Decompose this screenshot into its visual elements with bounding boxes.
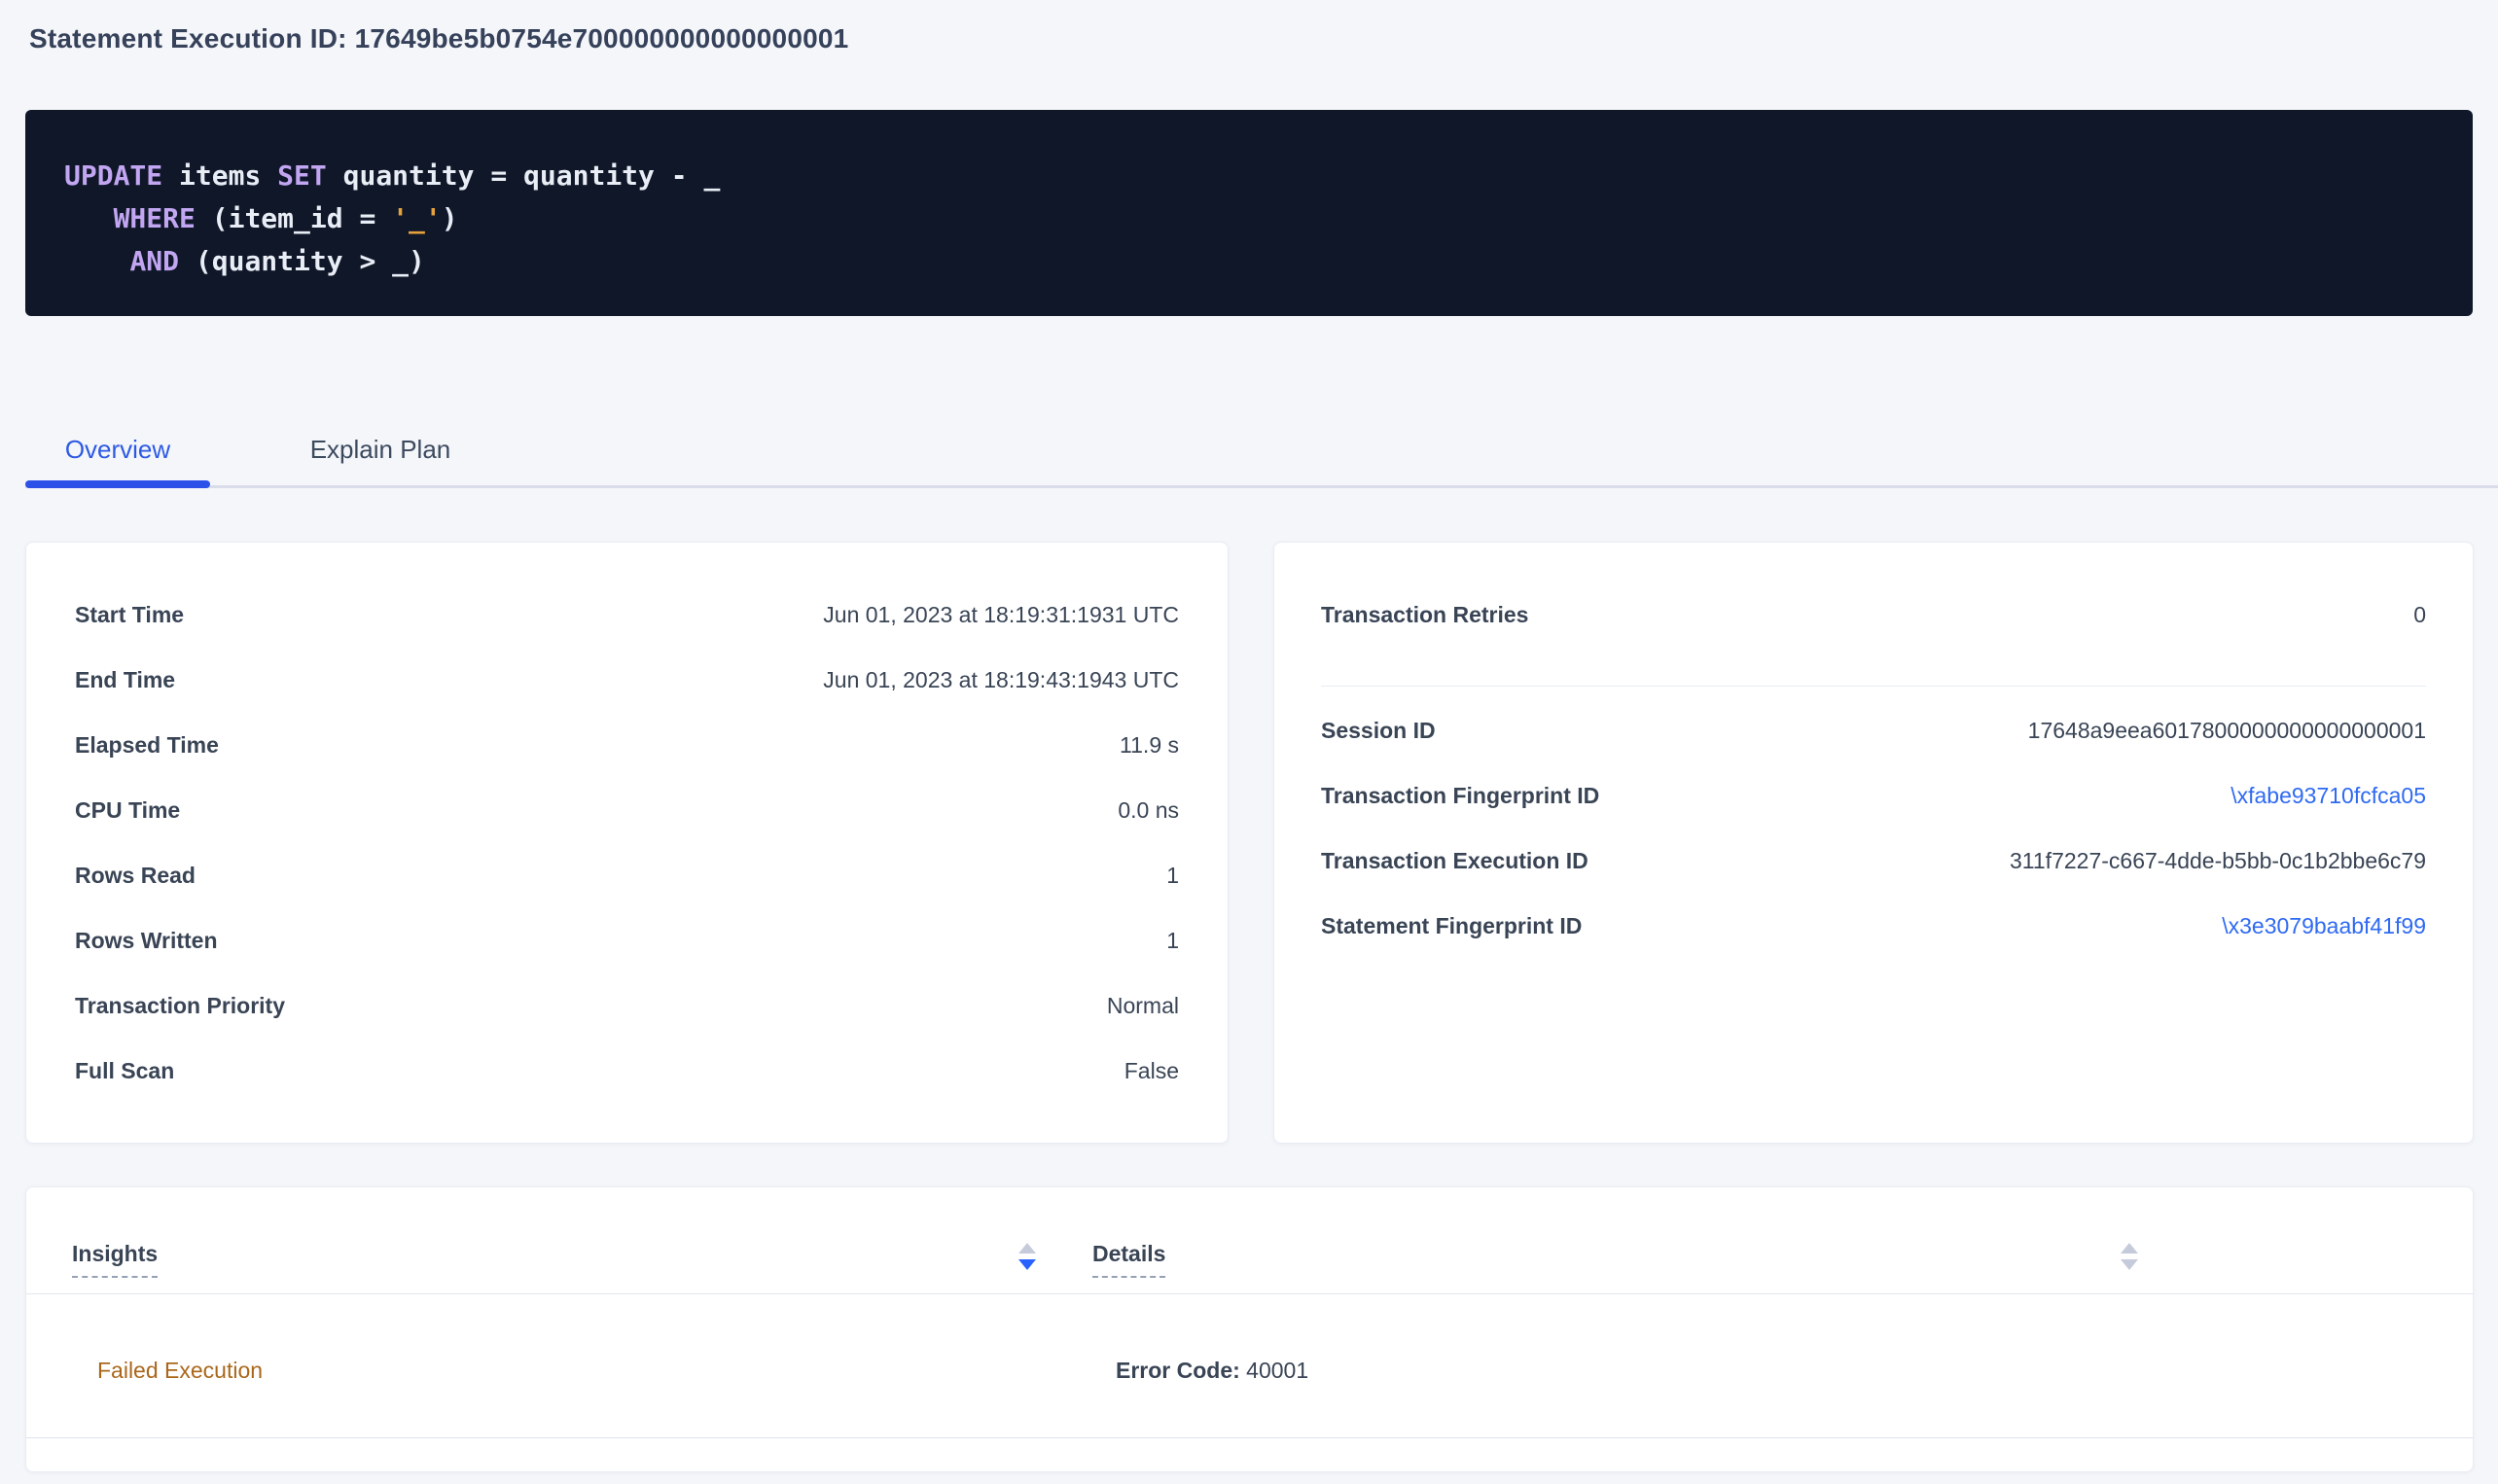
transaction-fingerprint-link[interactable]: \xfabe93710fcfca05 <box>2230 783 2426 809</box>
session-id-value: 17648a9eea6017800000000000000001 <box>2028 718 2426 744</box>
row-label: Transaction Retries <box>1321 602 1528 628</box>
row-label: Elapsed Time <box>75 732 219 759</box>
sql-indent <box>64 202 114 234</box>
sql-text: (quantity > _) <box>179 245 425 277</box>
row-value: 0.0 ns <box>1118 797 1179 824</box>
row-label: Transaction Priority <box>75 993 285 1019</box>
row-value: 1 <box>1166 863 1179 889</box>
table-row: Session ID 17648a9eea6017800000000000000… <box>1321 698 2426 763</box>
column-header-details[interactable]: Details <box>1092 1241 1165 1278</box>
insights-table-card <box>25 1186 2474 1472</box>
sort-descending-icon <box>2121 1259 2138 1270</box>
row-label: Transaction Execution ID <box>1321 848 1588 874</box>
insight-type-cell: Failed Execution <box>97 1358 263 1384</box>
tab-bar: Overview Explain Plan <box>25 430 2473 489</box>
sql-text: items <box>162 159 277 192</box>
row-label: Rows Read <box>75 863 196 889</box>
row-label: Session ID <box>1321 718 1436 744</box>
sql-indent <box>64 245 129 277</box>
row-label: Statement Fingerprint ID <box>1321 913 1582 939</box>
table-row: Start Time Jun 01, 2023 at 18:19:31:1931… <box>75 583 1179 648</box>
tab-bar-divider <box>25 485 2498 488</box>
table-header-divider <box>25 1293 2474 1294</box>
error-code-value: 40001 <box>1240 1358 1308 1383</box>
table-row: Transaction Execution ID 311f7227-c667-4… <box>1321 829 2426 894</box>
table-row: Transaction Fingerprint ID \xfabe93710fc… <box>1321 763 2426 829</box>
row-label: Start Time <box>75 602 184 628</box>
row-label: Rows Written <box>75 928 218 954</box>
sql-keyword: SET <box>277 159 327 192</box>
sql-keyword: UPDATE <box>64 159 162 192</box>
row-label: Full Scan <box>75 1058 174 1084</box>
table-row: Rows Read 1 <box>75 843 1179 908</box>
sql-statement-box: UPDATE items SET quantity = quantity - _… <box>25 110 2473 316</box>
sort-button-details[interactable] <box>2120 1237 2139 1276</box>
row-label: End Time <box>75 667 175 693</box>
card-divider <box>1321 686 2426 687</box>
sql-keyword: WHERE <box>114 202 196 234</box>
table-row: Statement Fingerprint ID \x3e3079baabf41… <box>1321 894 2426 959</box>
table-row: Transaction Priority Normal <box>75 973 1179 1039</box>
table-row: End Time Jun 01, 2023 at 18:19:43:1943 U… <box>75 648 1179 713</box>
error-code-label: Error Code: <box>1116 1358 1240 1383</box>
column-header-insights[interactable]: Insights <box>72 1241 158 1278</box>
table-row: Rows Written 1 <box>75 908 1179 973</box>
sort-descending-icon <box>1018 1259 1036 1270</box>
page-title: Statement Execution ID: 17649be5b0754e70… <box>29 23 848 54</box>
active-tab-underline <box>25 480 210 488</box>
sql-string-literal: '_' <box>392 202 442 234</box>
sort-ascending-icon <box>2121 1243 2138 1254</box>
row-value: Jun 01, 2023 at 18:19:43:1943 UTC <box>823 667 1179 693</box>
transaction-details-card: Transaction Retries 0 Session ID 17648a9… <box>1273 542 2474 1144</box>
tab-overview[interactable]: Overview <box>25 430 210 469</box>
sql-text: ) <box>442 202 458 234</box>
table-row: Transaction Retries 0 <box>1321 583 2426 648</box>
sort-button-insights[interactable] <box>1017 1237 1037 1276</box>
row-value: 1 <box>1166 928 1179 954</box>
sql-statement-text: UPDATE items SET quantity = quantity - _… <box>64 155 720 283</box>
sort-ascending-icon <box>1018 1243 1036 1254</box>
row-value: Normal <box>1107 993 1179 1019</box>
table-row: Full Scan False <box>75 1039 1179 1104</box>
table-row-divider <box>25 1437 2474 1438</box>
table-row: CPU Time 0.0 ns <box>75 778 1179 843</box>
overview-details-card: Start Time Jun 01, 2023 at 18:19:31:1931… <box>25 542 1229 1144</box>
transaction-execution-id-value: 311f7227-c667-4dde-b5bb-0c1b2bbe6c79 <box>2010 848 2426 874</box>
row-value: 0 <box>2413 602 2426 628</box>
sql-text: quantity = quantity - _ <box>327 159 721 192</box>
row-label: Transaction Fingerprint ID <box>1321 783 1599 809</box>
tab-explain-plan[interactable]: Explain Plan <box>264 430 497 469</box>
table-row: Elapsed Time 11.9 s <box>75 713 1179 778</box>
sql-text: (item_id = <box>196 202 392 234</box>
insight-details-cell: Error Code: 40001 <box>1116 1358 1308 1384</box>
row-value: 11.9 s <box>1120 732 1179 759</box>
sql-keyword: AND <box>129 245 179 277</box>
row-label: CPU Time <box>75 797 180 824</box>
row-value: False <box>1124 1058 1179 1084</box>
row-value: Jun 01, 2023 at 18:19:31:1931 UTC <box>823 602 1179 628</box>
statement-fingerprint-link[interactable]: \x3e3079baabf41f99 <box>2222 913 2426 939</box>
